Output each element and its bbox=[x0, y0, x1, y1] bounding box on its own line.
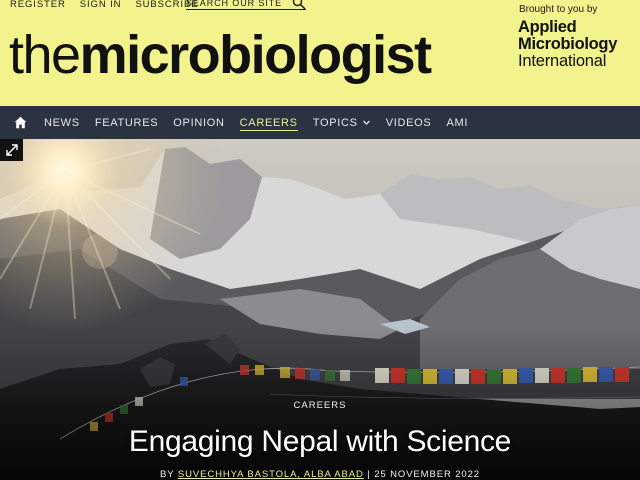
nav-item-features[interactable]: FEATURES bbox=[95, 106, 158, 139]
nav-news-label: NEWS bbox=[44, 116, 80, 129]
sponsor-logo[interactable]: Applied Microbiology International bbox=[518, 19, 636, 70]
article-date: 25 NOVEMBER 2022 bbox=[374, 469, 480, 480]
article-title: Engaging Nepal with Science bbox=[128, 425, 512, 458]
register-link[interactable]: REGISTER bbox=[10, 0, 66, 10]
nav-ami-label: AMI bbox=[446, 116, 469, 129]
sponsor-line-2: Microbiology bbox=[518, 35, 618, 53]
article-byline: BY SUVECHHYA BASTOLA, ALBA ABAD | 25 NOV… bbox=[0, 469, 640, 480]
nav-item-ami[interactable]: AMI bbox=[446, 106, 468, 139]
search-icon[interactable] bbox=[292, 0, 306, 10]
byline-authors[interactable]: SUVECHHYA BASTOLA, ALBA ABAD bbox=[178, 469, 364, 480]
logo-prefix: the bbox=[9, 25, 81, 85]
chevron-down-icon bbox=[362, 120, 370, 125]
expand-icon bbox=[5, 144, 18, 156]
nav-item-news[interactable]: NEWS bbox=[44, 106, 80, 139]
utility-nav: REGISTER SIGN IN SUBSCRIBE bbox=[10, 0, 198, 11]
home-button[interactable] bbox=[12, 115, 28, 131]
sponsor-line-3: International bbox=[518, 52, 607, 70]
nav-opinion-label: OPINION bbox=[173, 116, 225, 129]
nav-videos-label: VIDEOS bbox=[385, 116, 432, 129]
nav-item-videos[interactable]: VIDEOS bbox=[386, 106, 432, 139]
site-header: REGISTER SIGN IN SUBSCRIBE themicrobiolo… bbox=[0, 0, 640, 106]
search-input[interactable] bbox=[186, 0, 286, 8]
nav-item-careers[interactable]: CAREERS bbox=[239, 106, 298, 139]
nav-item-topics[interactable]: TOPICS bbox=[313, 106, 371, 139]
nav-topics-label: TOPICS bbox=[312, 116, 358, 129]
expand-button[interactable] bbox=[0, 139, 23, 161]
sponsor-line-1: Applied bbox=[518, 18, 577, 36]
nav-item-opinion[interactable]: OPINION bbox=[173, 106, 224, 139]
byline-separator: | bbox=[367, 469, 371, 480]
main-nav: NEWS FEATURES OPINION CAREERS TOPICS VID… bbox=[0, 106, 640, 139]
nav-features-label: FEATURES bbox=[94, 116, 159, 129]
site-logo[interactable]: themicrobiologist bbox=[9, 20, 433, 90]
logo-name: microbiologist bbox=[79, 25, 433, 85]
nav-careers-label: CAREERS bbox=[239, 116, 298, 129]
hero-section: CAREERS Engaging Nepal with Science BY S… bbox=[0, 139, 640, 480]
byline-prefix: BY bbox=[160, 469, 175, 480]
article-category[interactable]: CAREERS bbox=[0, 400, 640, 411]
home-icon bbox=[14, 116, 26, 129]
sign-in-link[interactable]: SIGN IN bbox=[80, 0, 122, 10]
sponsor-label: Brought to you by bbox=[519, 4, 598, 15]
search-box bbox=[186, 0, 306, 10]
